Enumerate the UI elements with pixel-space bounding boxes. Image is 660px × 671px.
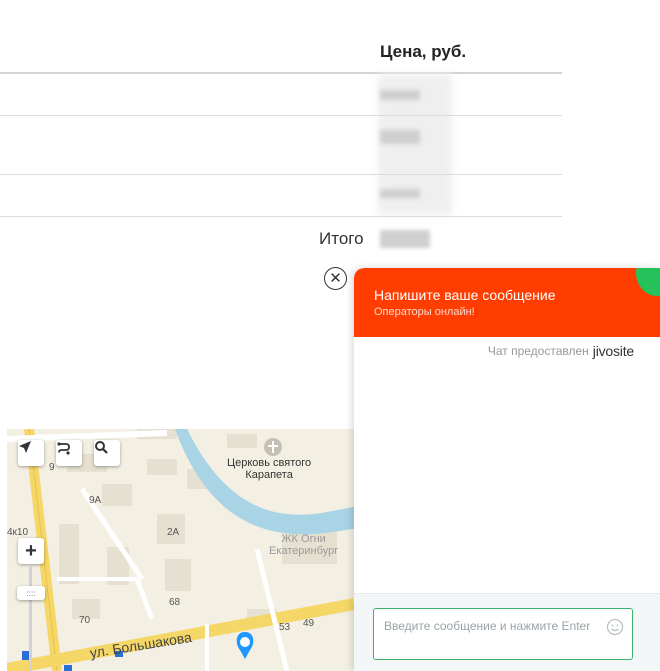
blurred-total-value [380, 230, 430, 248]
blurred-price-value [380, 130, 420, 144]
chat-status: Операторы онлайн! [374, 306, 475, 318]
powered-by-label: Чат предоставлен [487, 344, 589, 358]
house-number-label: 2А [167, 527, 180, 538]
house-number-label: 9А [89, 495, 102, 506]
route-button[interactable] [56, 440, 82, 466]
house-number-label: 53 [279, 622, 291, 633]
zoom-slider-handle[interactable]: :::: [17, 586, 45, 600]
remove-item-button[interactable]: ✕ [324, 267, 347, 290]
smile-icon[interactable] [606, 618, 624, 636]
route-icon [57, 442, 70, 455]
zoom-in-button[interactable]: + [18, 538, 44, 564]
zoom-slider-track[interactable] [29, 566, 32, 671]
chat-footer: Введите сообщение и нажмите Enter [354, 593, 660, 671]
search-icon [95, 441, 108, 454]
table-row-divider [0, 216, 562, 217]
price-column-header: Цена, руб. [380, 42, 467, 61]
blurred-price-value [380, 189, 420, 198]
chat-header[interactable]: Напишите ваше сообщение Операторы онлайн… [354, 268, 660, 337]
geolocation-button[interactable] [18, 440, 44, 466]
chat-message-input[interactable]: Введите сообщение и нажмите Enter [373, 608, 633, 660]
chat-widget: Напишите ваше сообщение Операторы онлайн… [354, 268, 660, 671]
powered-by[interactable]: Чат предоставлен jivosite [488, 343, 634, 359]
house-number-label: 9 [49, 462, 55, 473]
chat-title: Напишите ваше сообщение [374, 287, 556, 303]
total-label: Итого [319, 229, 364, 248]
table-row-divider [0, 174, 562, 175]
house-number-label: 68 [169, 597, 181, 608]
map-search-button[interactable] [94, 440, 120, 466]
jivosite-logo: jivosite [592, 343, 634, 359]
table-header-divider [0, 72, 562, 74]
close-icon: ✕ [329, 269, 342, 287]
chat-input-placeholder: Введите сообщение и нажмите Enter [384, 619, 591, 633]
table-row-divider [0, 115, 562, 116]
location-arrow-icon [19, 441, 31, 453]
church-label: Церковь святого Карапета [227, 457, 312, 481]
house-number-label: 70 [79, 615, 91, 626]
house-number-label: 49 [303, 618, 315, 629]
complex-label: ЖК Огни Екатеринбург [269, 533, 339, 557]
blurred-price-value [380, 90, 420, 100]
map-widget[interactable]: Церковь святого Карапета ЖК Огни Екатери… [7, 429, 354, 671]
